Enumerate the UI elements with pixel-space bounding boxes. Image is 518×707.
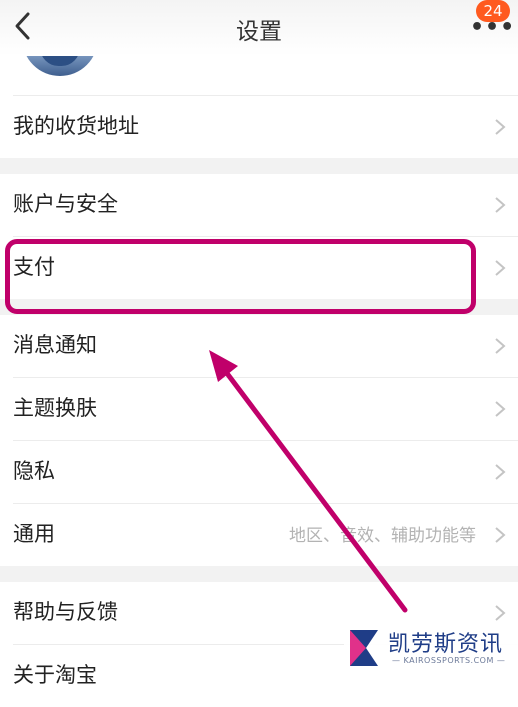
watermark-subtitle: — KAIROSSPORTS.COM —: [392, 656, 506, 665]
watermark-title: 凯劳斯资讯: [388, 632, 504, 657]
brand-logo-icon: [350, 630, 378, 666]
watermark: 凯劳斯资讯 — KAIROSSPORTS.COM —: [344, 624, 518, 674]
annotation-arrow: [209, 350, 408, 613]
